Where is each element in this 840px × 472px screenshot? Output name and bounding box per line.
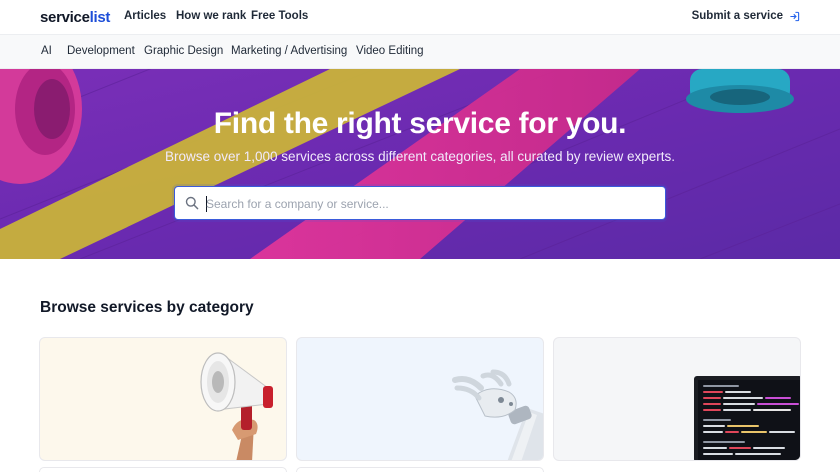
robot-hand-image bbox=[452, 369, 543, 460]
submit-service-button[interactable]: Submit a service bbox=[692, 10, 800, 22]
category-video-editing[interactable]: Video Editing bbox=[356, 45, 424, 57]
category-graphic-design[interactable]: Graphic Design bbox=[144, 45, 223, 57]
section-title: Browse services by category bbox=[40, 299, 254, 316]
search-box[interactable] bbox=[174, 186, 666, 220]
logo-text-part1: service bbox=[40, 9, 90, 26]
nav-link-free-tools[interactable]: Free Tools bbox=[251, 10, 308, 22]
servicelist-logo[interactable]: servicelist bbox=[40, 9, 110, 26]
hero-background-image bbox=[0, 69, 840, 259]
submit-service-label: Submit a service bbox=[691, 10, 783, 22]
logo-text-part2: list bbox=[89, 9, 111, 26]
category-card-marketing[interactable] bbox=[39, 337, 287, 461]
category-card-development[interactable] bbox=[553, 337, 801, 461]
nav-link-how-we-rank[interactable]: How we rank bbox=[176, 10, 246, 22]
search-input[interactable] bbox=[206, 193, 646, 215]
category-card-row2-2[interactable] bbox=[296, 467, 544, 472]
category-card-ai[interactable] bbox=[296, 337, 544, 461]
top-navigation: servicelist Articles How we rank Free To… bbox=[0, 0, 840, 34]
code-laptop-image bbox=[694, 376, 800, 460]
hero-banner: Find the right service for you. Browse o… bbox=[0, 69, 840, 259]
nav-link-articles[interactable]: Articles bbox=[124, 10, 166, 22]
hero-subtitle: Browse over 1,000 services across differ… bbox=[165, 149, 675, 164]
category-ai[interactable]: AI bbox=[41, 45, 52, 57]
category-development[interactable]: Development bbox=[67, 45, 135, 57]
category-bar: AI Development Graphic Design Marketing … bbox=[0, 34, 840, 69]
hero-title: Find the right service for you. bbox=[213, 107, 627, 140]
search-icon bbox=[185, 196, 199, 215]
sign-in-icon bbox=[789, 11, 800, 22]
category-card-row2-1[interactable] bbox=[39, 467, 287, 472]
category-marketing-advertising[interactable]: Marketing / Advertising bbox=[231, 45, 347, 57]
megaphone-hand-image bbox=[200, 352, 273, 460]
